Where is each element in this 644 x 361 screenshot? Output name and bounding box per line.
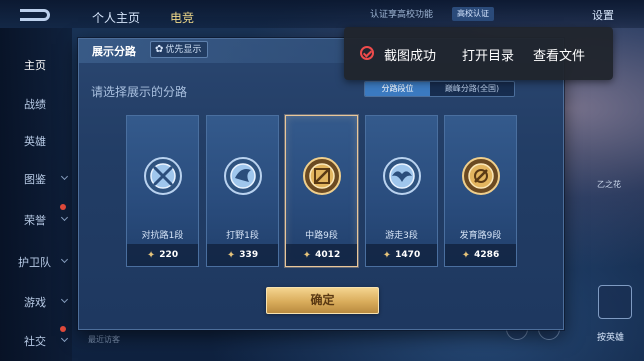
lane-card-bottom[interactable]: 发育路9段 ✦ 4286 — [444, 115, 517, 267]
gear-icon: ✿ — [155, 44, 164, 55]
lane-card-jungle[interactable]: 打野1段 ✦ 339 — [206, 115, 279, 267]
sidebar-item-game[interactable]: 游戏 — [24, 294, 46, 310]
score-value: 4286 — [474, 250, 500, 260]
lane-card-score: ✦ 4012 — [286, 244, 357, 266]
confirm-button[interactable]: 确定 — [266, 287, 379, 314]
lane-card-mid[interactable]: 中路9段 ✦ 4012 — [285, 115, 358, 267]
score-value: 220 — [159, 250, 179, 260]
recent-visitors-label: 最近访客 — [88, 335, 120, 344]
lane-card-list: 对抗路1段 ✦ 220 打野1段 ✦ 339 中路9段 ✦ 4012 游走3段 … — [126, 115, 519, 267]
hero-rank-label: 按英雄 — [597, 333, 625, 343]
lane-card-name: 中路9段 — [305, 231, 338, 241]
wolf-emblem-icon — [224, 157, 262, 195]
score-value: 4012 — [315, 250, 341, 260]
chevron-down-icon — [60, 334, 69, 343]
chevron-down-icon — [60, 295, 69, 304]
screenshot-toast: 截图成功 打开目录 查看文件 — [344, 27, 613, 80]
rank-star-icon: ✦ — [461, 249, 471, 261]
toast-message: 截图成功 — [384, 49, 437, 64]
sidebar: 主页 战绩 英雄 图鉴 荣誉 护卫队 游戏 社交 — [0, 28, 72, 361]
dialog-title: 展示分路 — [92, 45, 136, 58]
score-value: 1470 — [395, 250, 421, 260]
sidebar-item-guard[interactable]: 护卫队 — [18, 254, 51, 270]
dialog-subtitle: 请选择展示的分路 — [91, 85, 188, 99]
sidebar-item-records[interactable]: 战绩 — [24, 96, 46, 112]
rank-star-icon: ✦ — [382, 249, 392, 261]
lane-card-score: ✦ 4286 — [445, 244, 516, 266]
lane-card-roam[interactable]: 游走3段 ✦ 1470 — [365, 115, 438, 267]
rank-star-icon: ✦ — [226, 249, 236, 261]
lane-card-name: 对抗路1段 — [141, 231, 184, 241]
lane-card-name: 游走3段 — [385, 231, 418, 241]
tab-esports[interactable]: 电竞 — [170, 9, 194, 26]
wing-emblem-icon — [383, 157, 421, 195]
campus-auth-button[interactable]: 高校认证 — [452, 7, 494, 21]
lane-card-score: ✦ 220 — [127, 244, 198, 266]
chevron-down-icon — [60, 172, 69, 181]
sidebar-item-home[interactable]: 主页 — [24, 57, 46, 73]
lane-display-dialog: 展示分路 ✿ 优先显示 请选择展示的分路 分路段位 巅峰分路(全国) 对抗路1段 … — [78, 38, 564, 330]
lane-card-name: 打野1段 — [226, 231, 259, 241]
chevron-down-icon — [60, 255, 69, 264]
sidebar-item-heroes[interactable]: 英雄 — [24, 133, 46, 149]
staff-emblem-icon — [303, 157, 341, 195]
lane-card-score: ✦ 339 — [207, 244, 278, 266]
check-circle-icon — [360, 46, 374, 60]
lane-tabs: 分路段位 巅峰分路(全国) — [364, 81, 515, 97]
background-hero-text: 乙之花 — [597, 180, 621, 189]
rank-star-icon: ✦ — [302, 249, 312, 261]
sword-emblem-icon — [144, 157, 182, 195]
lane-card-name: 发育路9段 — [459, 231, 502, 241]
game-logo-icon — [20, 9, 50, 21]
top-bar: 个人主页 电竞 认证享高校功能 高校认证 设置 — [0, 0, 644, 28]
priority-display-button[interactable]: ✿ 优先显示 — [150, 41, 209, 58]
hero-rank-button[interactable] — [598, 285, 632, 319]
rank-star-icon: ✦ — [146, 249, 156, 261]
lane-card-score: ✦ 1470 — [366, 244, 437, 266]
sidebar-item-codex[interactable]: 图鉴 — [24, 171, 46, 187]
sidebar-item-social[interactable]: 社交 — [24, 333, 46, 349]
settings-button[interactable]: 设置 — [592, 7, 614, 23]
notification-dot — [60, 204, 66, 210]
auth-hint: 认证享高校功能 — [370, 10, 434, 20]
bow-emblem-icon — [462, 157, 500, 195]
view-file-link[interactable]: 查看文件 — [533, 45, 585, 64]
sidebar-item-honor[interactable]: 荣誉 — [24, 212, 46, 228]
priority-display-label: 优先显示 — [165, 45, 202, 55]
open-directory-link[interactable]: 打开目录 — [462, 45, 514, 64]
chevron-down-icon — [60, 213, 69, 222]
tab-profile[interactable]: 个人主页 — [92, 9, 140, 26]
tab-peak-lane[interactable]: 巅峰分路(全国) — [430, 82, 514, 96]
score-value: 339 — [239, 250, 259, 260]
notification-dot — [60, 326, 66, 332]
lane-card-top[interactable]: 对抗路1段 ✦ 220 — [126, 115, 199, 267]
tab-lane-rank[interactable]: 分路段位 — [365, 82, 430, 96]
